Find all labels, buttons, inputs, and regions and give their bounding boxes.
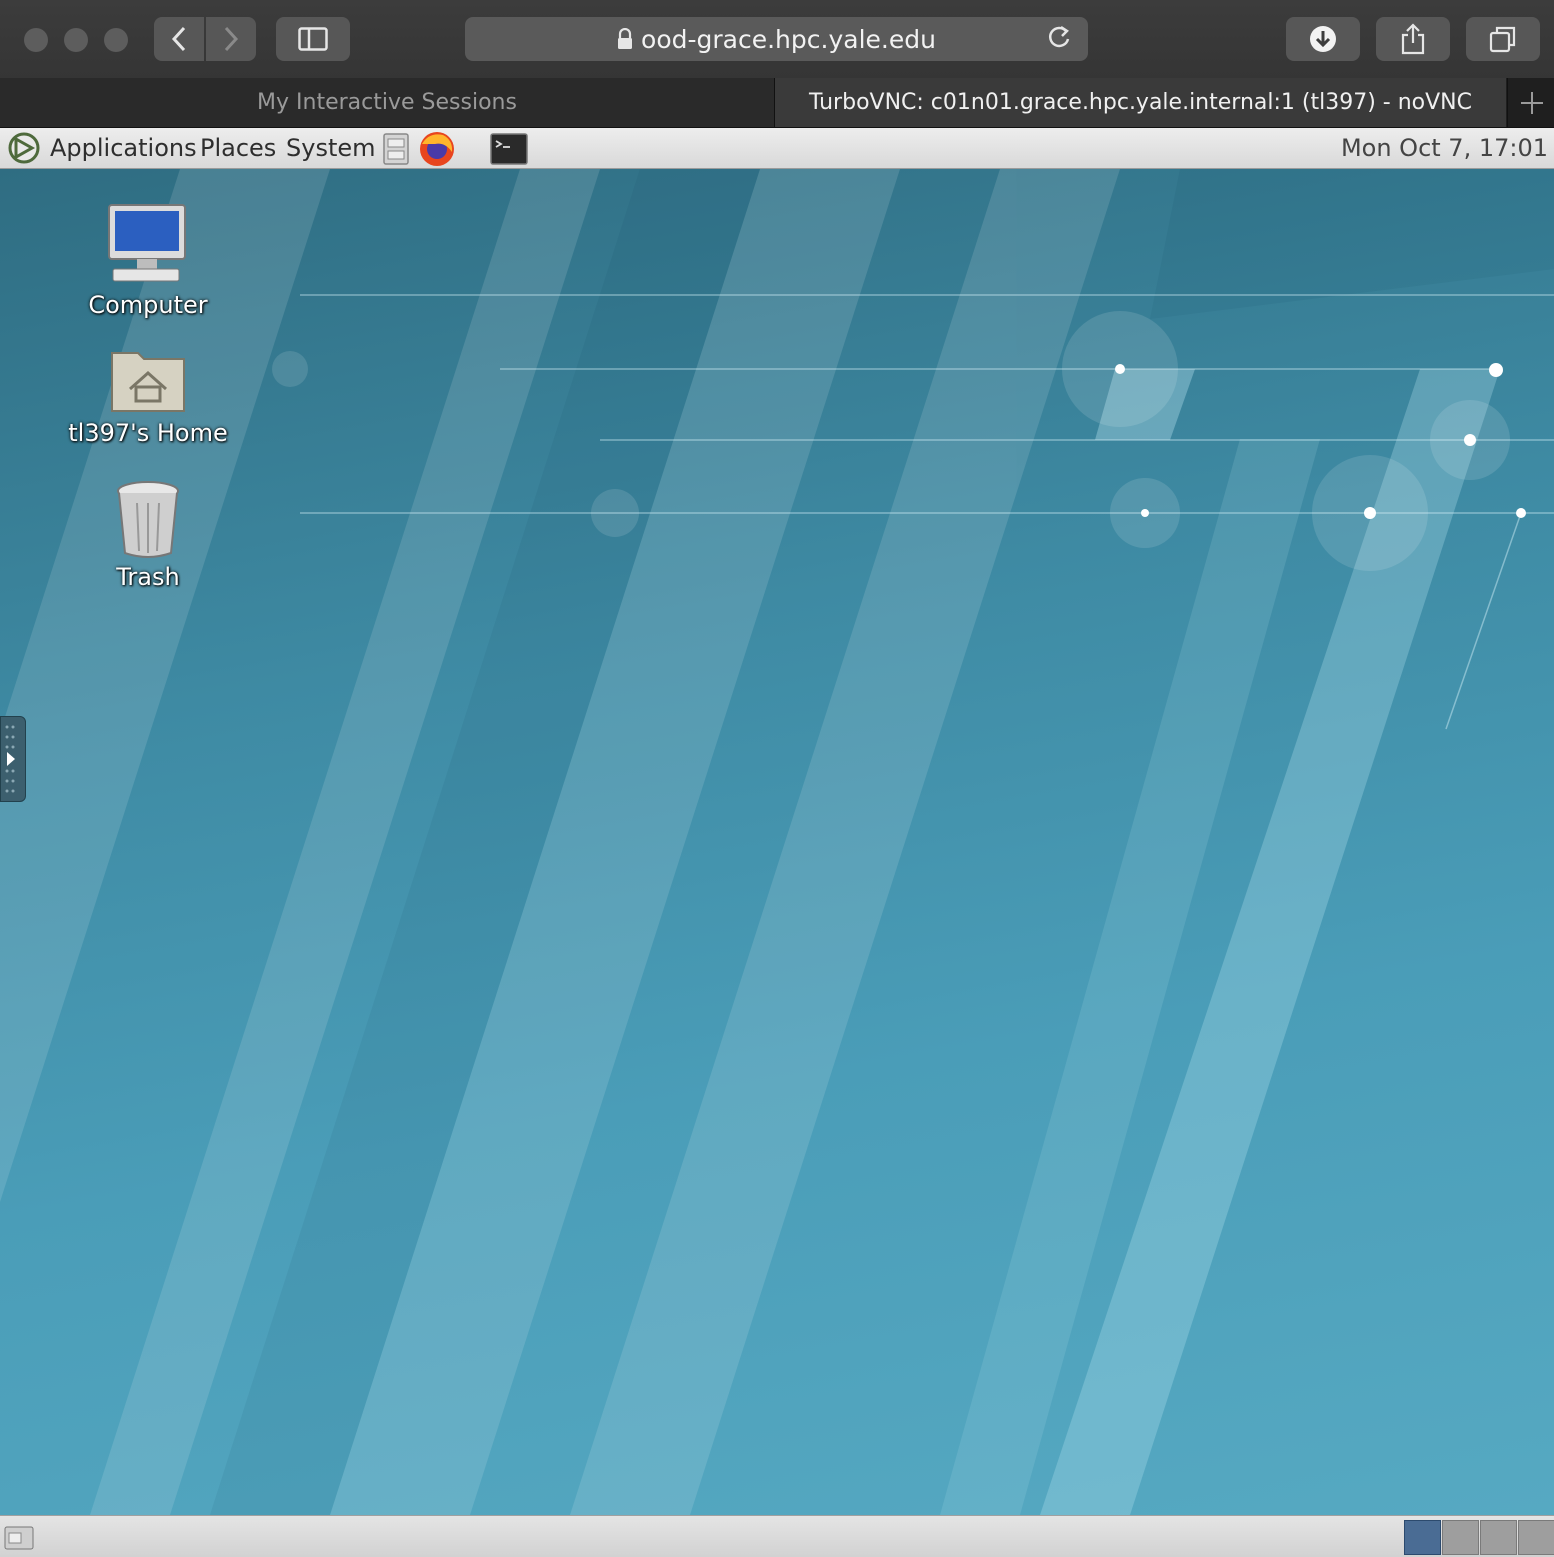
back-button[interactable] xyxy=(154,17,204,61)
firefox-icon[interactable] xyxy=(417,130,457,168)
workspace-1[interactable] xyxy=(1404,1520,1441,1555)
bottom-panel xyxy=(0,1515,1554,1557)
browser-toolbar: ood-grace.hpc.yale.edu xyxy=(0,0,1554,79)
downloads-button[interactable] xyxy=(1286,17,1360,61)
trash-icon xyxy=(117,481,179,558)
forward-button[interactable] xyxy=(206,17,256,61)
clock[interactable]: Mon Oct 7, 17:01 xyxy=(1341,128,1548,168)
forward-icon xyxy=(224,26,239,52)
tab-label: TurboVNC: c01n01.grace.hpc.yale.internal… xyxy=(809,90,1472,115)
tabs-overview-icon xyxy=(1489,26,1516,53)
desktop-icon-computer[interactable]: Computer xyxy=(63,203,233,319)
terminal-icon[interactable] xyxy=(490,133,528,165)
desktop-icon-trash[interactable]: Trash xyxy=(63,479,233,591)
back-icon xyxy=(171,26,186,52)
tab-turbovnc[interactable]: TurboVNC: c01n01.grace.hpc.yale.internal… xyxy=(775,78,1506,127)
file-manager-icon[interactable] xyxy=(382,133,410,165)
sidebar-button[interactable] xyxy=(276,17,350,61)
tab-interactive-sessions[interactable]: My Interactive Sessions xyxy=(0,78,775,127)
tab-bar: My Interactive Sessions TurboVNC: c01n01… xyxy=(0,78,1554,128)
lock-icon xyxy=(618,28,633,49)
novnc-control-handle[interactable] xyxy=(0,716,26,802)
system-menu[interactable]: System xyxy=(286,128,376,168)
download-icon xyxy=(1310,26,1336,52)
workspace-4[interactable] xyxy=(1518,1520,1554,1555)
minimize-window-button[interactable] xyxy=(64,28,88,52)
close-window-button[interactable] xyxy=(24,28,48,52)
computer-icon xyxy=(108,204,186,282)
sidebar-icon xyxy=(298,27,328,51)
expand-arrow-icon xyxy=(5,725,15,793)
desktop-icon-home[interactable]: tl397's Home xyxy=(63,345,233,447)
desktop[interactable]: Computer tl397's Home Trash xyxy=(0,169,1554,1515)
top-panel: Applications Places System Mon Oct 7, 17… xyxy=(0,128,1554,169)
places-menu[interactable]: Places xyxy=(200,128,276,168)
desktop-icon-label: tl397's Home xyxy=(68,419,228,447)
address-bar[interactable]: ood-grace.hpc.yale.edu xyxy=(465,17,1088,61)
url-text: ood-grace.hpc.yale.edu xyxy=(641,24,936,54)
share-icon xyxy=(1401,23,1425,55)
wallpaper xyxy=(0,169,1554,1515)
tab-overview-button[interactable] xyxy=(1466,17,1540,61)
reload-icon[interactable] xyxy=(1046,23,1072,53)
home-folder-icon xyxy=(111,352,185,412)
desktop-icon-label: Computer xyxy=(88,291,208,319)
workspace-2[interactable] xyxy=(1442,1520,1479,1555)
show-desktop-icon[interactable] xyxy=(4,1523,34,1551)
new-tab-icon xyxy=(1520,91,1543,114)
desktop-icon-label: Trash xyxy=(116,563,180,591)
new-tab-button[interactable] xyxy=(1507,78,1554,127)
workspace-3[interactable] xyxy=(1480,1520,1517,1555)
gnome-foot-icon[interactable] xyxy=(6,131,42,165)
share-button[interactable] xyxy=(1376,17,1450,61)
zoom-window-button[interactable] xyxy=(104,28,128,52)
tab-label: My Interactive Sessions xyxy=(257,90,517,115)
applications-menu[interactable]: Applications xyxy=(50,128,197,168)
